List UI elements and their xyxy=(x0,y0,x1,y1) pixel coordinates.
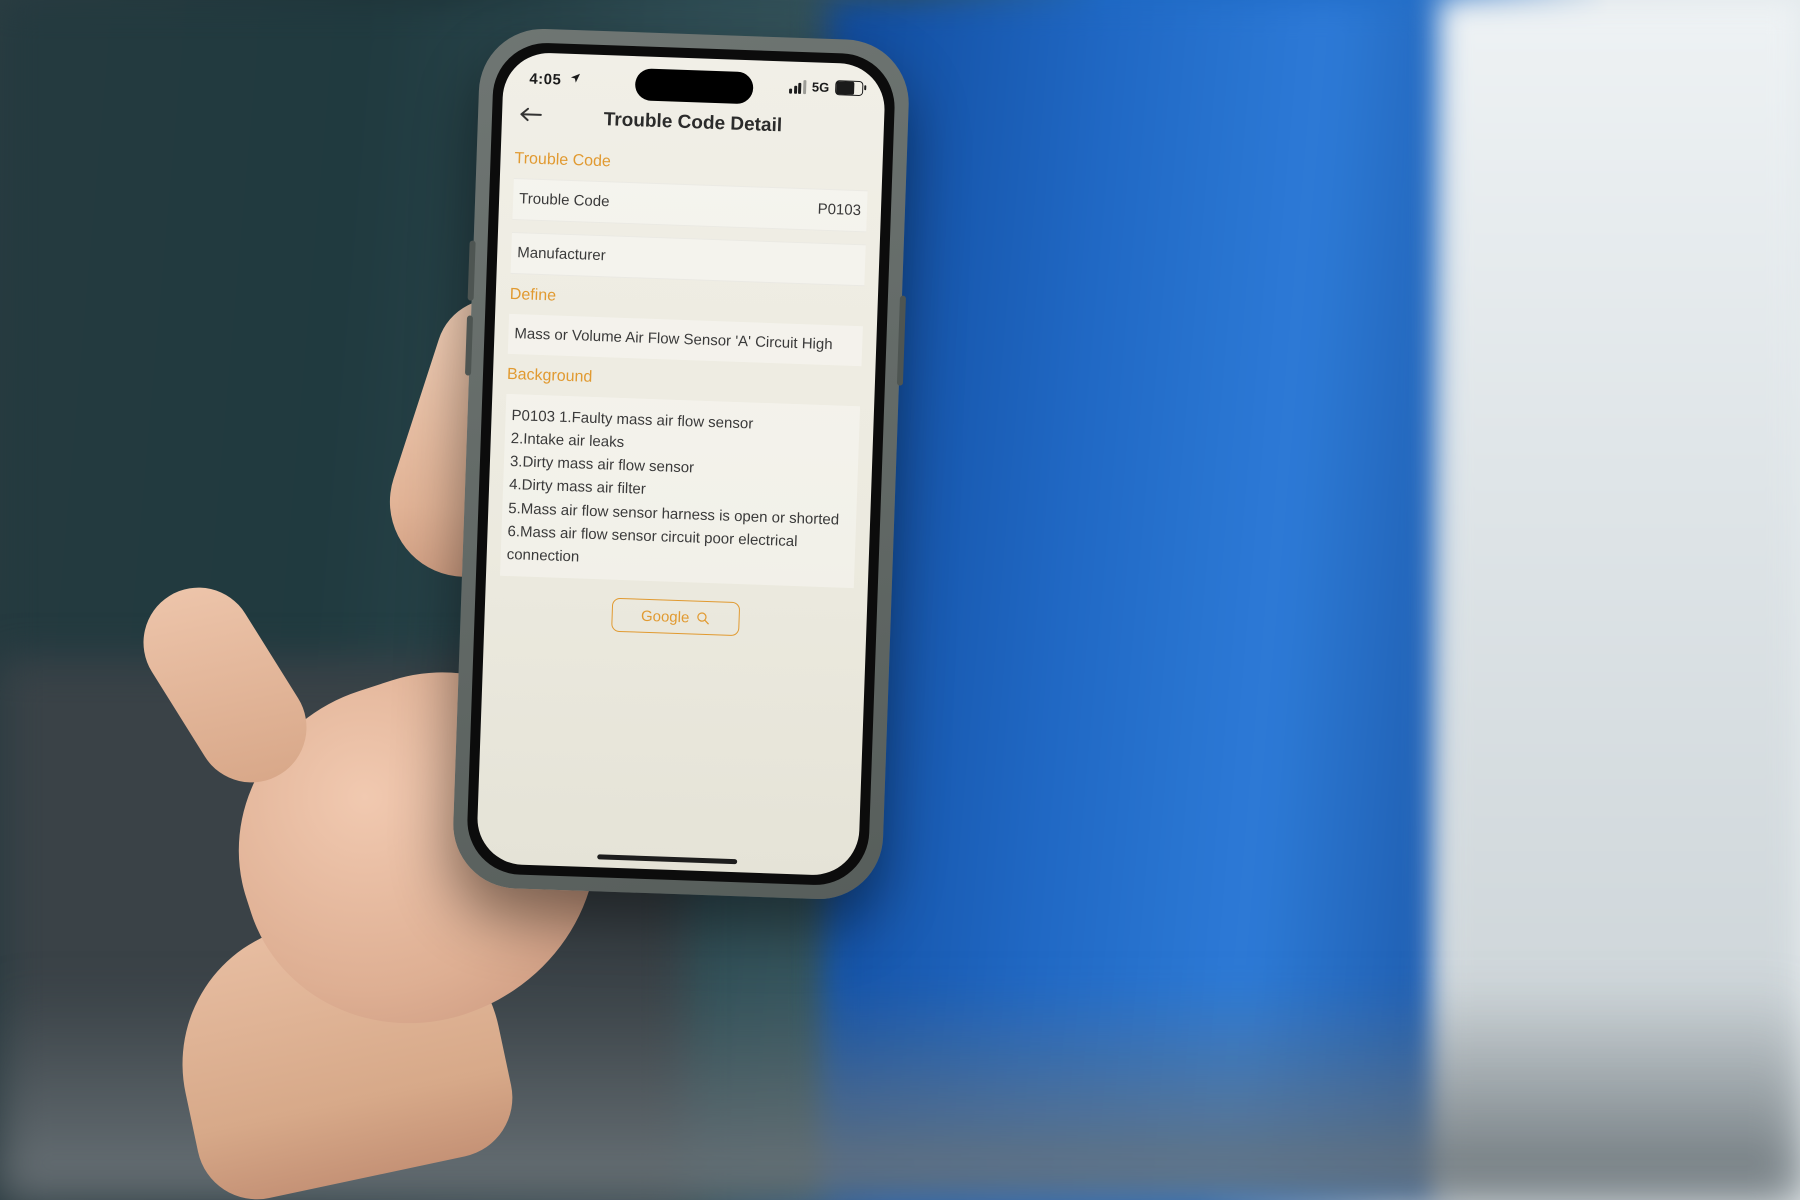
section-header-background: Background xyxy=(507,364,862,398)
trouble-code-label: Trouble Code xyxy=(519,189,610,212)
manufacturer-label: Manufacturer xyxy=(517,243,606,266)
background-text: P0103 1.Faulty mass air flow sensor 2.In… xyxy=(500,393,860,588)
home-indicator[interactable] xyxy=(597,854,737,864)
manufacturer-value xyxy=(859,255,860,275)
status-right: 5G xyxy=(789,79,863,97)
search-icon xyxy=(695,610,711,626)
google-button-label: Google xyxy=(641,607,690,626)
status-time: 4:05 xyxy=(529,70,562,88)
network-label: 5G xyxy=(812,79,830,95)
signal-icon xyxy=(789,79,806,94)
define-text: Mass or Volume Air Flow Sensor 'A' Circu… xyxy=(508,314,863,367)
battery-icon xyxy=(835,80,864,96)
back-button[interactable] xyxy=(516,104,547,129)
section-header-define: Define xyxy=(509,284,864,318)
content[interactable]: Trouble Code Trouble Code P0103 Manufact… xyxy=(477,138,883,857)
section-header-trouble-code: Trouble Code xyxy=(514,148,869,182)
phone-screen: 4:05 5G Trouble Code Detail xyxy=(476,52,886,877)
location-icon xyxy=(569,72,582,87)
phone-bezel: 4:05 5G Trouble Code Detail xyxy=(466,41,897,887)
bg-floor xyxy=(0,984,1800,1200)
phone: 4:05 5G Trouble Code Detail xyxy=(466,41,897,887)
trouble-code-value: P0103 xyxy=(817,199,861,221)
photo-scene: 4:05 5G Trouble Code Detail xyxy=(0,0,1800,1200)
google-button[interactable]: Google xyxy=(611,598,740,636)
